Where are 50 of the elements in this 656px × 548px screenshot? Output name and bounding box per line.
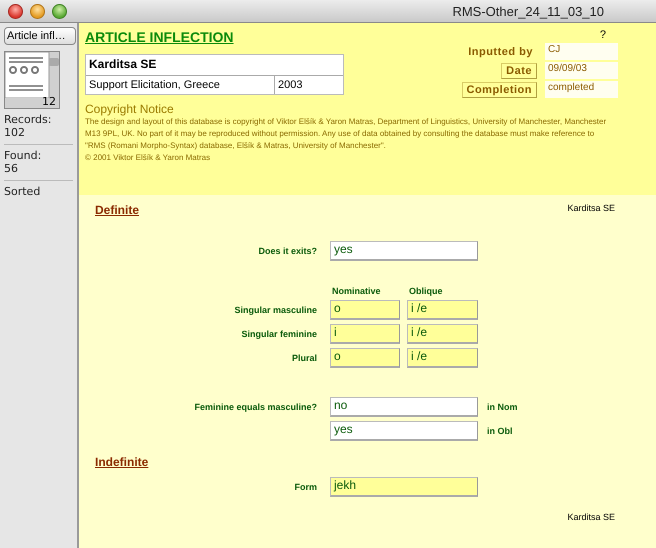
input-field[interactable]: no (330, 397, 478, 417)
found-label: Found: (4, 149, 42, 162)
input-field[interactable]: jekh (330, 477, 478, 497)
section-heading: Definite (95, 203, 140, 217)
location-name: Karditsa SE (86, 55, 343, 76)
location-tag: Karditsa SE (567, 203, 615, 217)
field-label: Inputted by (467, 44, 534, 58)
sort-status: Sorted (4, 185, 42, 198)
copyright-credit: © 2001 Viktor Elšík & Yaron Matras (85, 152, 212, 164)
input-field[interactable]: o (330, 348, 400, 368)
location-tag: Karditsa SE (567, 512, 615, 522)
input-field[interactable]: 09/09/03 (545, 62, 618, 79)
input-field[interactable]: i (330, 324, 400, 344)
field-label: Form (294, 482, 318, 492)
layout-menu[interactable]: Article infl… (4, 27, 76, 45)
field-label: Singular feminine (240, 329, 318, 339)
record-book[interactable]: 12 (4, 51, 60, 109)
minimize-button[interactable] (30, 4, 45, 18)
records-count: 102 (4, 126, 26, 139)
found-count: 56 (4, 162, 19, 175)
copyright-text: The design and layout of this database is copyright of Viktor Elšík & Yaron Matras, Department of Linguistics, University of Manchester, Manchester M13 9PL, UK. No part of it may be reproduced without permission. Any use of data obtained by consulting the database must make reference to "RMS (Romani Morpho-Syntax) database, Elšík & Matras, University of Manchester". (85, 116, 608, 152)
records-label: Records: (4, 113, 52, 126)
field-note: in Nom (486, 402, 518, 412)
sort-button[interactable]: Completion (462, 82, 537, 98)
input-field[interactable]: CJ (545, 43, 618, 60)
field-label: Feminine equals masculine? (193, 402, 318, 412)
form-title: ARTICLE INFLECTION (85, 29, 234, 45)
source-cell: Support Elicitation, Greece (86, 76, 275, 94)
input-field[interactable]: completed (545, 81, 618, 98)
record-number: 12 (42, 95, 56, 108)
field-label: Plural (290, 353, 318, 363)
year-cell-text: 2003 (277, 78, 304, 93)
input-field[interactable]: i /e (407, 348, 478, 368)
input-field[interactable]: o (330, 300, 400, 320)
help-mark[interactable]: ? (600, 29, 606, 41)
zoom-button[interactable] (52, 4, 67, 18)
field-note: in Obl (486, 426, 514, 436)
copyright-heading: Copyright Notice (85, 102, 175, 116)
sort-button[interactable]: Date (501, 62, 537, 78)
input-field[interactable]: i /e (407, 324, 478, 344)
input-field[interactable]: yes (330, 421, 478, 441)
input-field[interactable]: i /e (407, 300, 478, 320)
column-header: Nominative (331, 286, 382, 296)
input-field[interactable]: yes (330, 241, 478, 261)
window-title: RMS-Other_24_11_03_10 (452, 4, 604, 18)
field-label: Does it exits? (257, 246, 318, 256)
field-label: Singular masculine (233, 305, 318, 315)
column-header: Oblique (408, 286, 444, 296)
close-button[interactable] (8, 4, 23, 18)
section-heading: Indefinite (95, 455, 148, 469)
